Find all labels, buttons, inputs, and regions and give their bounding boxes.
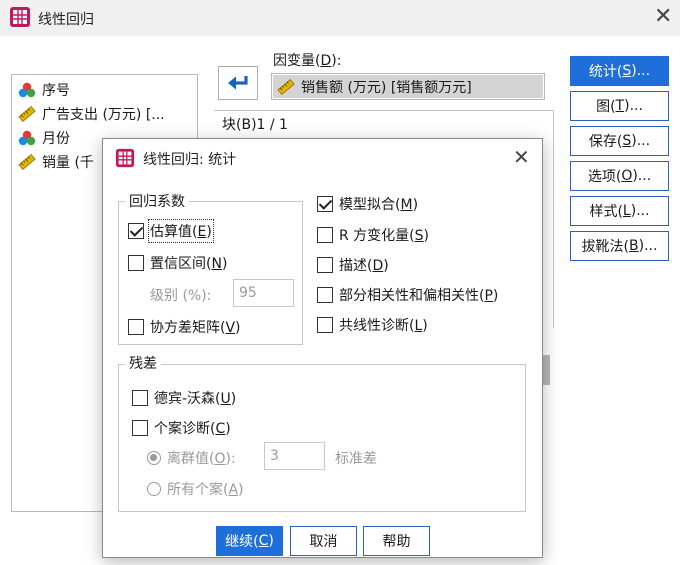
estimates-checkbox[interactable]: 估算值(E) [128,219,214,243]
dialog-titlebar: 线性回归: 统计 ✕ [103,139,542,177]
dependent-label: 因变量(D): [273,53,342,69]
checkbox-icon [317,287,333,303]
variable-label: 广告支出 (万元) [... [42,107,165,123]
level-input[interactable]: 95 [233,279,294,307]
checkbox-checked-icon [317,196,333,212]
variable-label: 月份 [42,131,70,147]
outliers-radio[interactable]: 离群值(O): [147,447,236,469]
main-titlebar: 线性回归 ✕ [0,0,680,36]
checkbox-icon [132,420,148,436]
checkbox-label: 个案诊断(C) [154,421,231,437]
arrow-left-icon [228,76,248,90]
std-dev-label: 标准差 [335,451,377,467]
variable-label: 销量 (千 [42,155,94,171]
help-button[interactable]: 帮助 [363,526,430,556]
cancel-button[interactable]: 取消 [290,526,357,556]
level-value: 95 [239,285,257,301]
style-button[interactable]: 样式(L)... [570,196,669,226]
window-title: 线性回归 [38,12,94,28]
radio-selected-icon [147,451,161,465]
radio-label: 离群值(O): [167,451,236,467]
checkbox-label: 模型拟合(M) [339,197,419,213]
checkbox-icon [128,255,144,271]
all-cases-radio[interactable]: 所有个案(A) [147,478,244,500]
statistics-button[interactable]: 统计(S)... [570,56,669,86]
durbin-watson-checkbox[interactable]: 德宾-沃森(U) [132,387,236,409]
scale-variable-icon [18,106,36,122]
group-label: 回归系数 [125,191,189,211]
window-close-icon[interactable]: ✕ [654,6,672,28]
r-squared-change-checkbox[interactable]: R 方变化量(S) [317,224,429,246]
nominal-variable-icon [18,82,36,98]
checkbox-icon [317,317,333,333]
outliers-input[interactable]: 3 [264,442,325,470]
variable-label: 序号 [42,83,70,99]
confidence-intervals-checkbox[interactable]: 置信区间(N) [128,252,227,274]
checkbox-label: 描述(D) [339,258,389,274]
radio-icon [147,482,161,496]
casewise-diagnostics-checkbox[interactable]: 个案诊断(C) [132,417,231,439]
move-to-dependent-button[interactable] [218,66,258,100]
collinearity-diagnostics-checkbox[interactable]: 共线性诊断(L) [317,314,428,336]
scrollbar-thumb[interactable] [542,355,550,385]
list-item[interactable]: 广告支出 (万元) [... [18,102,165,126]
block-label: 块(B)1 / 1 [222,117,288,133]
checkbox-label: 部分相关性和偏相关性(P) [339,288,499,304]
nominal-variable-icon [18,130,36,146]
model-fit-checkbox[interactable]: 模型拟合(M) [317,193,418,215]
part-partial-correlations-checkbox[interactable]: 部分相关性和偏相关性(P) [317,284,498,306]
descriptives-checkbox[interactable]: 描述(D) [317,254,389,276]
checkbox-icon [128,319,144,335]
checkbox-label: 协方差矩阵(V) [150,320,241,336]
spss-app-icon [115,148,135,168]
level-label: 级别 (%): [150,288,212,304]
checkbox-icon [132,390,148,406]
bootstrap-button[interactable]: 拔靴法(B)... [570,231,669,261]
group-label: 残差 [125,353,161,373]
scale-variable-icon [277,78,295,95]
dialog-title: 线性回归: 统计 [143,152,237,168]
dependent-value: 销售额 (万元) [销售额万元] [301,79,472,96]
covariance-matrix-checkbox[interactable]: 协方差矩阵(V) [128,316,241,338]
checkbox-label: 置信区间(N) [150,256,228,272]
checkbox-label: 共线性诊断(L) [339,318,428,334]
radio-label: 所有个案(A) [167,482,244,498]
checkbox-label: R 方变化量(S) [339,228,429,244]
dependent-field-value[interactable]: 销售额 (万元) [销售额万元] [273,75,543,98]
outliers-value: 3 [270,448,279,464]
dialog-close-icon[interactable]: ✕ [513,147,530,167]
options-button[interactable]: 选项(O)... [570,161,669,191]
checkbox-icon [317,227,333,243]
checkbox-label: 德宾-沃森(U) [154,391,237,407]
save-button[interactable]: 保存(S)... [570,126,669,156]
list-item[interactable]: 月份 [18,126,70,150]
scale-variable-icon [18,154,36,170]
checkbox-checked-icon [128,223,144,239]
checkbox-label: 估算值(E) [148,219,214,243]
continue-button[interactable]: 继续(C) [216,526,283,556]
spss-app-icon [10,7,30,27]
plots-button[interactable]: 图(T)... [570,91,669,121]
statistics-dialog: 线性回归: 统计 ✕ 回归系数 估算值(E) 置信区间(N) 级别 (%): 9… [102,138,543,558]
checkbox-icon [317,257,333,273]
list-item[interactable]: 序号 [18,78,70,102]
list-item[interactable]: 销量 (千 [18,150,94,174]
